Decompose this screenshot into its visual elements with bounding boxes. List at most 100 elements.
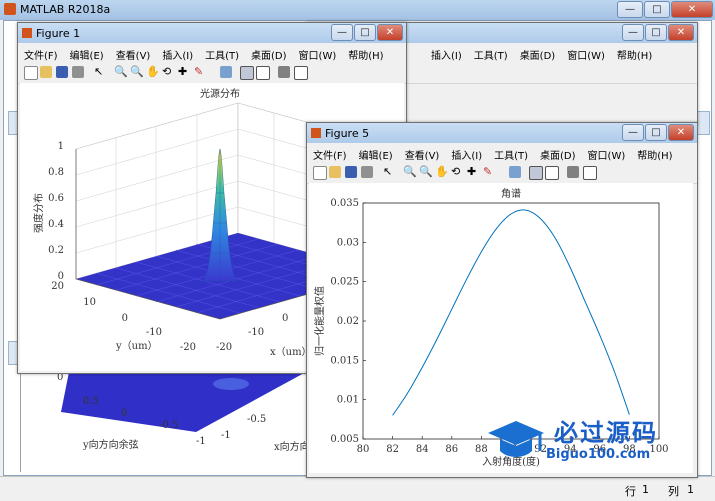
zoom-in-icon[interactable]: 🔍 (403, 166, 417, 178)
minimize-button[interactable]: — (617, 1, 643, 18)
menu-item[interactable]: 插入(I) (425, 43, 468, 62)
figure5-menubar: 文件(F) 编辑(E) 查看(V) 插入(I) 工具(T) 桌面(D) 窗口(W) 帮助(H) (307, 143, 697, 163)
hide-plot-tools-icon[interactable] (278, 66, 290, 78)
back-xtick: -0.5 (247, 414, 266, 425)
figure5-controls: — □ ✕ (621, 124, 694, 142)
menu-tools[interactable]: 工具(T) (199, 43, 245, 62)
back-ylabel: y向方向余弦 (82, 438, 139, 451)
menu-edit[interactable]: 编辑(E) (64, 43, 110, 62)
y-tick-label: 0.005 (330, 434, 359, 445)
open-file-icon[interactable] (329, 166, 341, 178)
status-row-label: 行 (625, 485, 636, 498)
y-tick-label: 0.03 (337, 237, 359, 248)
y-axis-label: y（um） (115, 340, 158, 352)
zoom-out-icon[interactable]: 🔍 (419, 166, 433, 178)
show-plot-tools-icon[interactable] (583, 166, 597, 180)
x-tick-label: 84 (416, 444, 429, 455)
menu-view[interactable]: 查看(V) (110, 43, 157, 62)
figure1-title: Figure 1 (36, 27, 81, 40)
save-icon[interactable] (345, 166, 357, 178)
menu-tools[interactable]: 工具(T) (488, 143, 534, 162)
menu-desktop[interactable]: 桌面(D) (245, 43, 293, 62)
zoom-out-icon[interactable]: 🔍 (130, 66, 144, 78)
menu-file[interactable]: 文件(F) (307, 143, 353, 162)
zoom-in-icon[interactable]: 🔍 (114, 66, 128, 78)
minimize-button[interactable]: — (331, 24, 353, 41)
maximize-button[interactable]: □ (644, 1, 670, 18)
maximize-button[interactable]: □ (354, 24, 376, 41)
menu-insert[interactable]: 插入(I) (156, 43, 199, 62)
new-figure-icon[interactable] (313, 166, 327, 180)
pan-hand-icon[interactable]: ✋ (435, 166, 449, 178)
edit-plot-arrow-icon[interactable]: ↖ (383, 166, 395, 178)
open-file-icon[interactable] (40, 66, 52, 78)
z-tick: 0.6 (48, 193, 64, 204)
menu-window[interactable]: 窗口(W) (293, 43, 343, 62)
maximize-button[interactable]: □ (645, 24, 667, 41)
hide-plot-tools-icon[interactable] (567, 166, 579, 178)
watermark-text: 必过源码 (554, 419, 658, 447)
menu-help[interactable]: 帮助(H) (342, 43, 389, 62)
print-icon[interactable] (72, 66, 84, 78)
minimize-button[interactable]: — (622, 124, 644, 141)
matlab-figure-icon (311, 128, 321, 138)
show-plot-tools-icon[interactable] (294, 66, 308, 80)
new-figure-icon[interactable] (24, 66, 38, 80)
y-tick: 0 (122, 313, 128, 324)
data-cursor-icon[interactable]: ✚ (467, 166, 479, 178)
x-tick: -20 (216, 342, 232, 353)
close-button[interactable]: ✕ (668, 124, 694, 141)
figure1-toolbar: ↖ 🔍 🔍 ✋ ⟲ ✚ ✎ (18, 63, 406, 84)
x-tick: -10 (248, 327, 264, 338)
menu-edit[interactable]: 编辑(E) (353, 143, 399, 162)
menu-help[interactable]: 帮助(H) (631, 143, 678, 162)
menu-item[interactable]: 桌面(D) (514, 43, 562, 62)
maximize-button[interactable]: □ (645, 124, 667, 141)
figure1-menubar: 文件(F) 编辑(E) 查看(V) 插入(I) 工具(T) 桌面(D) 窗口(W) 帮助(H) (18, 43, 406, 63)
y-tick-label: 0.015 (330, 355, 359, 366)
insert-legend-icon[interactable] (545, 166, 559, 180)
data-cursor-icon[interactable]: ✚ (178, 66, 190, 78)
figure-back-plot-area: 0 0.5 0 -0.5 -1 y向方向余弦 x向方向余弦 -1 -0.5 (20, 372, 330, 472)
status-col-label: 列 (668, 485, 679, 498)
figure5-window[interactable]: Figure 5 — □ ✕ 文件(F) 编辑(E) 查看(V) 插入(I) 工具(T)… (306, 122, 698, 478)
menu-item[interactable]: 工具(T) (468, 43, 514, 62)
print-icon[interactable] (361, 166, 373, 178)
plot-axes-box (362, 202, 660, 440)
minimize-button[interactable]: — (622, 24, 644, 41)
menu-view[interactable]: 查看(V) (399, 143, 446, 162)
close-button[interactable]: ✕ (671, 1, 713, 18)
insert-colorbar-icon[interactable] (529, 166, 543, 180)
figure5-titlebar[interactable]: Figure 5 — □ ✕ (307, 123, 697, 143)
menu-insert[interactable]: 插入(I) (445, 143, 488, 162)
menu-item[interactable]: 窗口(W) (561, 43, 611, 62)
main-window-controls: — □ ✕ (616, 1, 713, 19)
insert-colorbar-icon[interactable] (240, 66, 254, 80)
back-ytick: 0.5 (83, 396, 99, 407)
y-tick: 20 (51, 281, 64, 292)
brush-icon[interactable]: ✎ (194, 66, 206, 78)
menu-file[interactable]: 文件(F) (18, 43, 64, 62)
y-ticks: 0.035 0.03 0.025 0.02 0.015 0.01 0.005 (330, 198, 366, 445)
back-xtick: -1 (221, 430, 231, 441)
main-titlebar[interactable]: MATLAB R2018a — □ ✕ (0, 0, 715, 20)
menu-desktop[interactable]: 桌面(D) (534, 143, 582, 162)
menu-window[interactable]: 窗口(W) (582, 143, 632, 162)
close-button[interactable]: ✕ (668, 24, 694, 41)
edit-plot-arrow-icon[interactable]: ↖ (94, 66, 106, 78)
z-tick: 0.8 (48, 167, 64, 178)
rotate-3d-icon[interactable]: ⟲ (451, 166, 463, 178)
figure1-titlebar[interactable]: Figure 1 — □ ✕ (18, 23, 406, 43)
save-icon[interactable] (56, 66, 68, 78)
y-tick: 10 (83, 297, 96, 308)
rotate-3d-icon[interactable]: ⟲ (162, 66, 174, 78)
pan-hand-icon[interactable]: ✋ (146, 66, 160, 78)
brush-icon[interactable]: ✎ (483, 166, 495, 178)
link-plot-icon[interactable] (509, 166, 521, 178)
link-plot-icon[interactable] (220, 66, 232, 78)
close-button[interactable]: ✕ (377, 24, 403, 41)
menu-item[interactable]: 帮助(H) (611, 43, 658, 62)
insert-legend-icon[interactable] (256, 66, 270, 80)
watermark-url: Biguo100.com (546, 447, 651, 462)
status-row-value: 1 (642, 483, 649, 496)
